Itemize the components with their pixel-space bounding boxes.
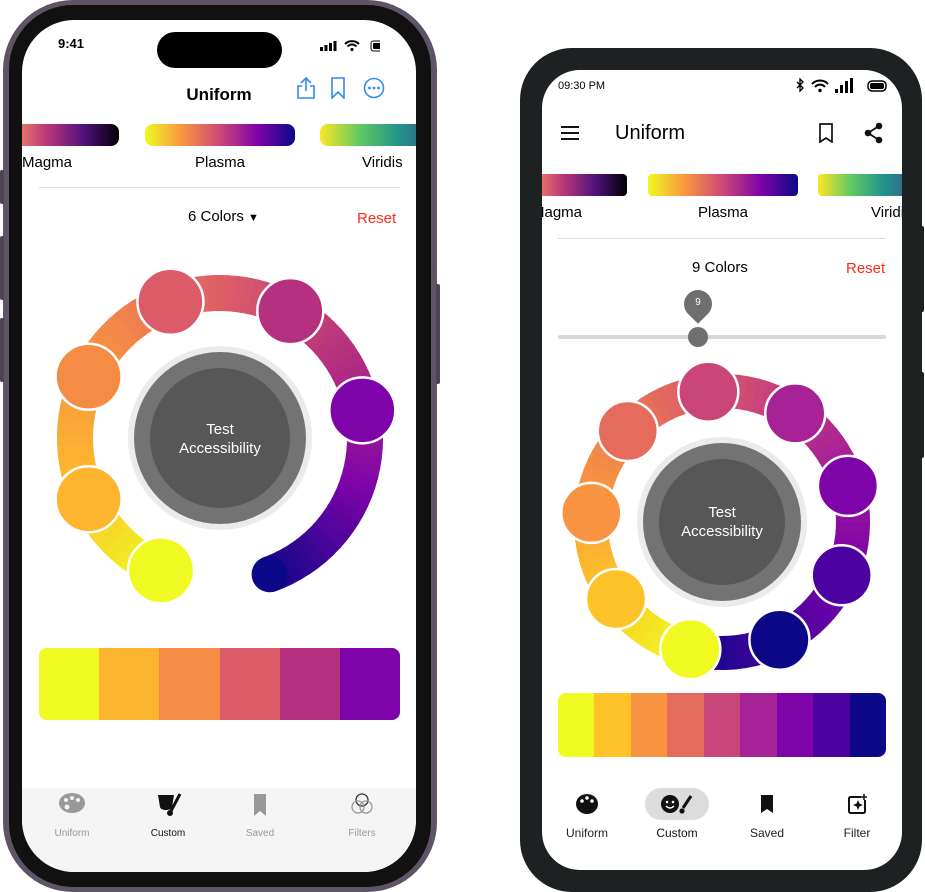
filters-icon xyxy=(351,793,373,814)
tab-uniform[interactable]: Uniform xyxy=(547,792,627,840)
palette-icon xyxy=(59,793,85,813)
tab-uniform[interactable]: Uniform xyxy=(32,792,112,839)
color-handle[interactable] xyxy=(584,567,648,631)
color-handle[interactable] xyxy=(764,382,827,445)
tab-label: Uniform xyxy=(54,828,90,839)
navigation-bar: Uniform Custom Saved Filter xyxy=(542,780,902,870)
ring-end-cap xyxy=(251,556,288,593)
swatch[interactable] xyxy=(703,693,741,757)
palette-strip xyxy=(39,648,400,720)
swatch[interactable] xyxy=(849,693,886,757)
tab-label: Saved xyxy=(245,828,275,839)
ios-screen: 9:41 Uniform Magma Plasma Viridis 6 Colo… xyxy=(22,20,416,872)
color-handle[interactable] xyxy=(810,544,873,607)
face-brush-icon xyxy=(661,795,693,814)
volume-down-button xyxy=(0,318,4,382)
swatch[interactable] xyxy=(630,693,668,757)
swatch[interactable] xyxy=(159,648,220,720)
bookmark-icon xyxy=(254,794,266,816)
palette-strip xyxy=(558,693,886,757)
tab-filter[interactable]: Filter xyxy=(817,792,897,840)
color-handle[interactable] xyxy=(816,454,880,518)
volume-button xyxy=(920,226,924,312)
color-handle[interactable] xyxy=(659,617,722,681)
tab-saved[interactable]: Saved xyxy=(220,792,300,839)
swatch[interactable] xyxy=(594,693,631,757)
tab-label: Custom xyxy=(656,826,698,840)
palette-icon xyxy=(576,794,598,814)
color-handle[interactable] xyxy=(126,536,196,605)
swatch[interactable] xyxy=(776,693,814,757)
tab-custom[interactable]: Custom xyxy=(128,792,208,839)
color-handle[interactable] xyxy=(748,608,811,671)
power-button xyxy=(436,284,440,384)
swatch[interactable] xyxy=(558,693,595,757)
power-button xyxy=(920,372,924,458)
mute-switch xyxy=(0,170,4,204)
color-handle[interactable] xyxy=(54,465,123,534)
filter-sparkle-icon xyxy=(848,794,867,814)
tab-bar: Uniform Custom Saved Filters xyxy=(22,788,416,872)
tab-label: Filter xyxy=(843,826,871,840)
test-accessibility-button[interactable]: Test Accessibility xyxy=(160,420,280,458)
tab-label: Uniform xyxy=(565,826,608,840)
volume-up-button xyxy=(0,236,4,300)
bookmark-icon xyxy=(761,795,773,813)
tab-label: Filters xyxy=(348,828,376,839)
theater-brush-icon xyxy=(158,793,182,816)
tab-filters[interactable]: Filters xyxy=(322,792,402,839)
tab-label: Custom xyxy=(150,828,186,839)
android-screen: 09:30 PM Uniform Magma Plasma Viridis 9 … xyxy=(542,70,902,870)
swatch[interactable] xyxy=(740,693,777,757)
swatch[interactable] xyxy=(667,693,704,757)
swatch[interactable] xyxy=(813,693,850,757)
color-handle[interactable] xyxy=(136,267,205,336)
tab-saved[interactable]: Saved xyxy=(727,792,807,840)
color-handle[interactable] xyxy=(560,481,623,545)
swatch[interactable] xyxy=(339,648,400,720)
color-handle[interactable] xyxy=(677,360,740,423)
test-accessibility-button[interactable]: Test Accessibility xyxy=(662,503,782,541)
color-handle[interactable] xyxy=(328,376,397,445)
color-handle[interactable] xyxy=(596,399,660,463)
swatch[interactable] xyxy=(219,648,280,720)
swatch[interactable] xyxy=(99,648,160,720)
tab-custom[interactable]: Custom xyxy=(637,788,717,840)
tab-label: Saved xyxy=(749,826,785,840)
swatch[interactable] xyxy=(279,648,340,720)
color-handle[interactable] xyxy=(256,276,325,346)
swatch[interactable] xyxy=(39,648,100,720)
color-handle[interactable] xyxy=(54,342,123,411)
